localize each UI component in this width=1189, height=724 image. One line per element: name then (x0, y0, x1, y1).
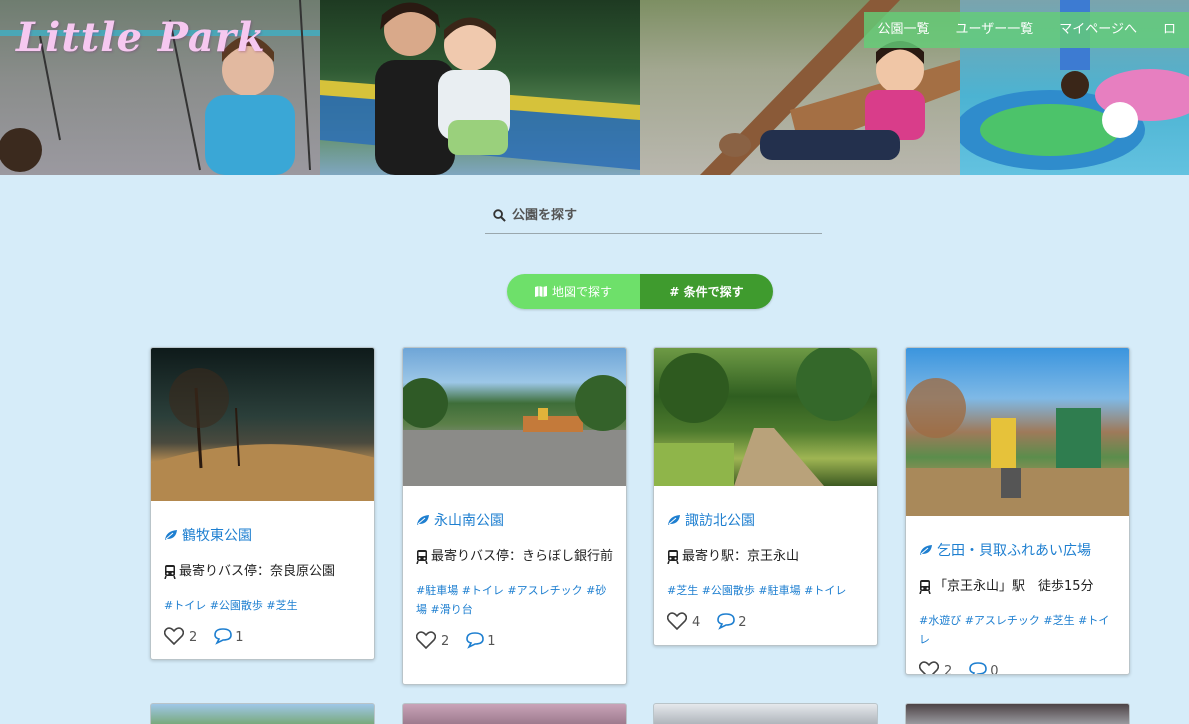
leaf-icon (417, 515, 429, 525)
nav-mypage[interactable]: マイページへ (1046, 12, 1150, 48)
park-photo-art (654, 348, 872, 486)
park-tags[interactable]: #水遊び #アスレチック #芝生 #トイレ (919, 611, 1116, 649)
comment-button[interactable]: 0 (968, 661, 999, 675)
heart-icon (667, 612, 687, 630)
like-count: 2 (944, 664, 953, 675)
park-access: 最寄りバス停：きらぼし銀行前 (416, 547, 613, 567)
park-card[interactable]: 乞田・貝取ふれあい広場 「京王永山」駅 徒歩15分 #水遊び #アスレチック #… (905, 347, 1130, 675)
like-button[interactable]: 4 (667, 612, 700, 630)
comment-count: 0 (990, 664, 999, 675)
like-button[interactable]: 2 (416, 631, 449, 649)
park-search-bar (485, 197, 822, 234)
park-access-text: 最寄り駅：京王永山 (682, 549, 800, 564)
comment-count: 1 (235, 630, 244, 645)
park-photo-art (403, 375, 626, 486)
site-logo[interactable]: Little Park (16, 14, 266, 61)
park-access: 最寄りバス停：奈良原公園 (164, 562, 361, 582)
search-mode-toggle: 地図で探す # 条件で探す (507, 274, 773, 309)
comment-count: 2 (738, 615, 747, 630)
leaf-icon (668, 515, 680, 525)
like-button[interactable]: 2 (919, 661, 953, 675)
park-card[interactable]: 諏訪北公園 最寄り駅：京王永山 #芝生 #公園散歩 #駐車場 #トイレ 4 2 (653, 347, 878, 646)
park-access: 最寄り駅：京王永山 (667, 547, 864, 567)
park-photo-art (151, 368, 374, 501)
comment-button[interactable]: 1 (465, 631, 496, 649)
comment-icon (717, 613, 736, 630)
park-tags[interactable]: #トイレ #公園散歩 #芝生 (164, 596, 361, 615)
park-photo[interactable] (403, 348, 626, 486)
park-name: 乞田・貝取ふれあい広場 (937, 543, 1091, 559)
top-navigation: 公園一覧 ユーザー一覧 マイページへ ロ (864, 12, 1189, 48)
map-icon (534, 286, 547, 297)
park-tags[interactable]: #駐車場 #トイレ #アスレチック #砂場 #滑り台 (416, 581, 613, 619)
train-icon (667, 550, 679, 564)
park-stats: 2 0 (919, 661, 1116, 675)
park-stats: 2 1 (164, 627, 361, 645)
nav-user-list[interactable]: ユーザー一覧 (942, 12, 1046, 48)
train-icon (919, 580, 931, 594)
leaf-icon (165, 530, 177, 540)
comment-icon (214, 628, 233, 645)
comment-button[interactable]: 2 (716, 612, 747, 630)
nav-logout-truncated[interactable]: ロ (1150, 12, 1189, 48)
tab-search-by-map[interactable]: 地図で探す (507, 274, 640, 309)
leaf-icon (920, 545, 932, 555)
like-count: 2 (441, 634, 450, 649)
heart-icon (919, 661, 939, 674)
tab-search-by-condition[interactable]: # 条件で探す (640, 274, 773, 309)
tab-search-by-condition-label: # 条件で探す (669, 285, 744, 299)
park-access: 「京王永山」駅 徒歩15分 (919, 577, 1116, 597)
park-card[interactable]: 鶴牧東公園 最寄りバス停：奈良原公園 #トイレ #公園散歩 #芝生 2 1 (150, 347, 375, 660)
bus-icon (416, 550, 428, 564)
park-photo[interactable] (906, 348, 1129, 516)
park-name-link[interactable]: 乞田・貝取ふれあい広場 (919, 540, 1116, 560)
heart-icon (416, 631, 436, 649)
park-card-partial[interactable] (653, 703, 878, 724)
park-card-partial[interactable] (905, 703, 1130, 724)
park-photo[interactable] (151, 348, 374, 501)
tab-search-by-map-label: 地図で探す (551, 285, 612, 299)
park-name: 鶴牧東公園 (182, 528, 252, 544)
like-button[interactable]: 2 (164, 627, 197, 645)
park-access-text: 最寄りバス停：奈良原公園 (179, 564, 336, 579)
park-card[interactable]: 永山南公園 最寄りバス停：きらぼし銀行前 #駐車場 #トイレ #アスレチック #… (402, 347, 627, 685)
park-photo-art (906, 378, 1129, 516)
park-tags[interactable]: #芝生 #公園散歩 #駐車場 #トイレ (667, 581, 864, 600)
slide-illustration (320, 2, 640, 175)
park-access-text: 最寄りバス停：きらぼし銀行前 (431, 549, 614, 564)
comment-icon (969, 662, 988, 674)
nav-park-list[interactable]: 公園一覧 (864, 12, 942, 48)
like-count: 2 (189, 630, 198, 645)
park-name-link[interactable]: 鶴牧東公園 (164, 525, 361, 545)
park-name: 諏訪北公園 (685, 513, 755, 529)
comment-button[interactable]: 1 (213, 627, 244, 645)
park-card-partial[interactable] (150, 703, 375, 724)
park-access-text: 「京王永山」駅 徒歩15分 (934, 579, 1094, 594)
hero-banner: Little Park 公園一覧 ユーザー一覧 マイページへ ロ (0, 0, 1189, 175)
park-card-partial[interactable] (402, 703, 627, 724)
park-name: 永山南公園 (434, 513, 504, 529)
hero-photo-slide (320, 0, 640, 175)
like-count: 4 (692, 615, 701, 630)
search-icon (493, 208, 506, 222)
bus-icon (164, 565, 176, 579)
park-stats: 2 1 (416, 631, 613, 649)
heart-icon (164, 627, 184, 645)
park-name-link[interactable]: 諏訪北公園 (667, 510, 864, 530)
park-name-link[interactable]: 永山南公園 (416, 510, 613, 530)
comment-count: 1 (487, 634, 496, 649)
park-photo[interactable] (654, 348, 877, 486)
park-search-input[interactable] (512, 207, 802, 223)
comment-icon (466, 632, 485, 649)
park-stats: 4 2 (667, 612, 864, 630)
